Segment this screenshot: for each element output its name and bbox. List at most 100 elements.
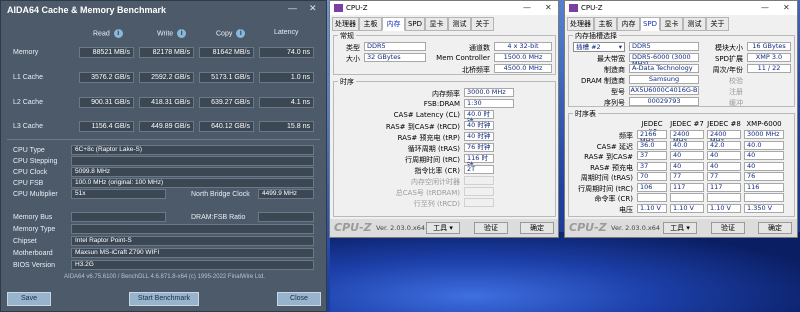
tab-bench[interactable]: 测试 xyxy=(448,17,471,31)
spd-ext-label: SPD扩展 xyxy=(714,55,743,63)
col-write: Write i xyxy=(157,29,187,38)
timing-cell xyxy=(707,193,741,202)
validate-button[interactable]: 验证 xyxy=(474,222,508,234)
tab-graphics[interactable]: 显卡 xyxy=(660,17,683,31)
channel-value: 4 x 32-bit xyxy=(494,42,552,51)
minimize-icon[interactable]: — xyxy=(288,3,297,13)
cpu-mult-label: CPU Multiplier xyxy=(13,191,58,198)
tab-spd[interactable]: SPD xyxy=(405,17,425,31)
close-icon[interactable]: ✕ xyxy=(545,3,552,12)
cpuz-titlebar: CPU-Z — ✕ xyxy=(330,1,558,15)
save-button[interactable]: Save xyxy=(7,292,51,306)
bios-label: BIOS Version xyxy=(13,262,56,269)
l2-write: 418.31 GB/s xyxy=(139,97,194,108)
info-icon[interactable]: i xyxy=(236,29,246,38)
trcd-value: 40 时钟 xyxy=(464,121,494,130)
tab-bench[interactable]: 测试 xyxy=(683,17,706,31)
timing-cell: 106 xyxy=(637,182,667,192)
idle-timer-label: 内存空闲计时器 xyxy=(411,178,460,186)
tab-mainboard[interactable]: 主板 xyxy=(594,17,617,31)
model-value: AX5U6000C4016G-B xyxy=(629,86,699,95)
tab-graphics[interactable]: 显卡 xyxy=(425,17,448,31)
dram-maker-value: Samsung xyxy=(629,75,699,84)
minimize-icon[interactable]: — xyxy=(761,3,769,12)
tab-about[interactable]: 关于 xyxy=(706,17,729,31)
max-bw-value: DDR5-6000 (3000 MHz) xyxy=(629,53,699,68)
ok-button[interactable]: 确定 xyxy=(758,222,792,234)
cpuz-app-icon xyxy=(569,4,578,12)
close-button[interactable]: Close xyxy=(277,292,321,306)
memory-read: 88521 MB/s xyxy=(79,47,134,58)
col-copy: Copy i xyxy=(216,29,246,38)
nb-clock-value: 4499.9 MHz xyxy=(258,189,314,199)
trc-value: 116 时钟 xyxy=(464,154,494,169)
tab-memory[interactable]: 内存 xyxy=(382,17,405,31)
fsb-dram-value: 1:30 xyxy=(464,99,514,108)
week-value: 11 / 22 xyxy=(747,64,791,73)
timing-cell: 40 xyxy=(744,161,784,171)
timing-row-label: 电压 xyxy=(619,205,633,214)
timing-cell: 116 xyxy=(744,182,784,192)
register-label: 注册 xyxy=(729,88,743,96)
tab-cpu[interactable]: 处理器 xyxy=(332,17,359,31)
trc-label: 行周期时间 (tRC) xyxy=(405,156,460,164)
tab-memory[interactable]: 内存 xyxy=(617,17,640,31)
idle-timer-value xyxy=(464,176,494,185)
mem-bus-label: Memory Bus xyxy=(13,214,53,221)
cpuz-bottom-bar: CPU-Z Ver. 2.03.0.x64 工具 ▾ 验证 确定 xyxy=(565,219,797,237)
tab-mainboard[interactable]: 主板 xyxy=(359,17,382,31)
cpu-mult-value: 51x xyxy=(71,189,166,199)
size-label: 大小 xyxy=(346,55,360,63)
channel-label: 通道数 xyxy=(469,44,490,52)
timing-row-label: RAS# 预充电 xyxy=(590,163,633,172)
mem-type-value xyxy=(71,224,314,234)
maker-label: 制造商 xyxy=(604,66,625,74)
timing-cell: 36.0 xyxy=(637,140,667,150)
cpu-clock-value: 5099.8 MHz xyxy=(71,167,314,177)
tools-button[interactable]: 工具 ▾ xyxy=(663,222,697,234)
timing-cell: 2166 MHz xyxy=(637,130,667,145)
slot-select[interactable]: 插槽 #2 ▾ xyxy=(573,42,625,52)
l3-copy: 640.12 GB/s xyxy=(199,121,254,132)
row-label-l1: L1 Cache xyxy=(13,74,43,81)
info-icon[interactable]: i xyxy=(113,29,123,38)
memctrl-label: Mem Controller xyxy=(436,54,490,62)
tools-button[interactable]: 工具 ▾ xyxy=(426,222,460,234)
close-icon[interactable]: ✕ xyxy=(309,3,317,14)
timing-cell: 117 xyxy=(707,182,741,192)
timing-cell: 117 xyxy=(670,182,704,192)
tab-spd[interactable]: SPD xyxy=(640,17,660,31)
ok-button[interactable]: 确定 xyxy=(520,222,554,234)
row-label-l3: L3 Cache xyxy=(13,123,43,130)
buffered-label: 缓冲 xyxy=(729,99,743,107)
cpu-stepping-value xyxy=(71,156,314,166)
validate-button[interactable]: 验证 xyxy=(711,222,745,234)
chipset-value: Intel Raptor Point-S xyxy=(71,236,314,246)
tras-value: 76 时钟 xyxy=(464,143,494,152)
cpu-stepping-label: CPU Stepping xyxy=(13,158,58,165)
trdram-label: 总CAS号 (tRDRAM) xyxy=(395,189,460,197)
l1-copy: 5173.1 GB/s xyxy=(199,72,254,83)
type-value: DDR5 xyxy=(364,42,426,51)
bios-value: H3.2G xyxy=(71,260,314,270)
start-benchmark-button[interactable]: Start Benchmark xyxy=(129,292,199,306)
cr-value: 2T xyxy=(464,165,494,174)
minimize-icon[interactable]: — xyxy=(523,3,531,12)
tab-about[interactable]: 关于 xyxy=(471,17,494,31)
memory-latency: 74.0 ns xyxy=(259,47,314,58)
close-icon[interactable]: ✕ xyxy=(783,3,790,12)
cpuz-memory-window: CPU-Z — ✕ 处理器 主板 内存 SPD 显卡 测试 关于 常规 类型 D… xyxy=(329,0,559,238)
dram-fsb-value xyxy=(258,212,314,222)
serial-value: 00029793 xyxy=(629,97,699,106)
cpuz-title: CPU-Z xyxy=(581,4,603,12)
l3-write: 449.89 GB/s xyxy=(139,121,194,132)
memory-write: 82178 MB/s xyxy=(139,47,194,58)
maker-value: A-Data Technology xyxy=(629,64,699,73)
info-icon[interactable]: i xyxy=(177,29,187,38)
aida-title: AIDA64 Cache & Memory Benchmark xyxy=(7,5,167,15)
timing-cell: 37 xyxy=(637,161,667,171)
dram-freq-label: 内存频率 xyxy=(432,90,460,98)
cpu-clock-label: CPU Clock xyxy=(13,169,48,176)
tab-cpu[interactable]: 处理器 xyxy=(567,17,594,31)
serial-label: 序列号 xyxy=(604,99,625,107)
